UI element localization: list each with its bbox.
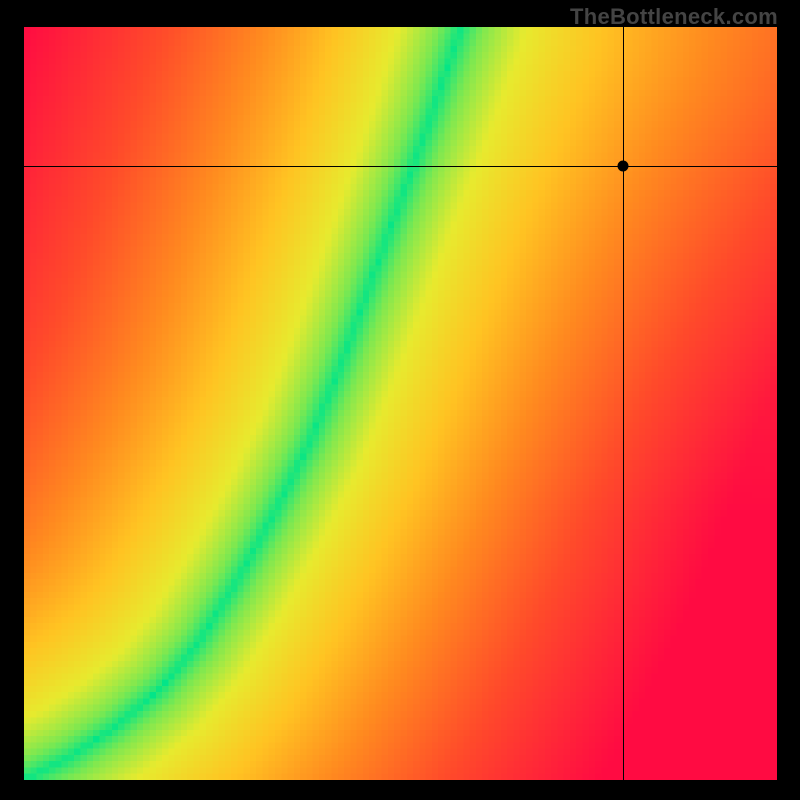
chart-container: TheBottleneck.com bbox=[0, 0, 800, 800]
crosshair-horizontal bbox=[24, 166, 777, 167]
heatmap-canvas bbox=[24, 27, 777, 780]
crosshair-vertical bbox=[623, 27, 624, 780]
query-point-marker bbox=[617, 161, 628, 172]
plot-area bbox=[24, 27, 777, 780]
